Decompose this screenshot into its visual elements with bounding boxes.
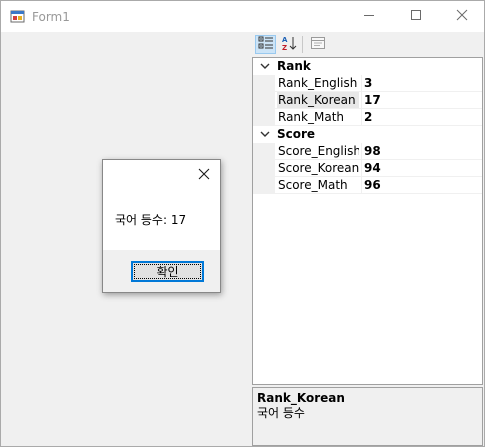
categorized-icon [258,35,274,54]
property-grid[interactable]: A Z Rank Rank_English 3 Rank_Korean 17 R… [252,32,484,446]
row-gutter [253,109,275,126]
help-title: Rank_Korean [257,391,345,405]
category-score[interactable]: Score [253,126,482,143]
main-window: Form1 A Z Rank Rank_English 3 Rank_Korea… [0,0,485,447]
property-value[interactable]: 94 [361,160,482,177]
form-app-icon[interactable] [10,9,26,25]
row-gutter [253,160,275,177]
property-value[interactable]: 3 [361,75,482,92]
category-label: Score [277,127,316,141]
alphabetical-sort-icon: A Z [281,35,297,54]
toolbar-separator [302,36,303,53]
property-name: Rank_English [278,76,358,90]
title-bar: Form1 [1,1,484,32]
dialog-close-button[interactable] [196,167,212,183]
property-row-score-english[interactable]: Score_English 98 [253,143,482,160]
property-row-rank-korean[interactable]: Rank_Korean 17 [253,92,482,109]
property-value[interactable]: 17 [361,92,482,109]
property-value[interactable]: 98 [361,143,482,160]
property-value[interactable]: 96 [361,177,482,194]
chevron-down-icon[interactable] [259,128,271,140]
close-icon [456,9,468,24]
svg-text:Z: Z [282,44,287,51]
property-row-rank-math[interactable]: Rank_Math 2 [253,109,482,126]
property-name: Score_Math [278,178,348,192]
chevron-down-icon[interactable] [259,60,271,72]
window-title: Form1 [32,10,70,24]
maximize-button[interactable] [393,1,439,32]
maximize-icon [410,9,422,24]
property-row-rank-english[interactable]: Rank_English 3 [253,75,482,92]
close-icon [198,168,210,183]
property-name: Score_Korean [278,161,359,175]
row-gutter [253,177,275,194]
category-label: Rank [277,59,311,73]
property-row-score-korean[interactable]: Score_Korean 94 [253,160,482,177]
property-grid-toolbar: A Z [252,32,484,57]
row-gutter [253,92,275,109]
row-gutter [253,143,275,160]
property-pages-button[interactable] [307,35,328,54]
row-gutter [253,75,275,92]
help-description: 국어 등수 [257,406,305,420]
alphabetical-button[interactable]: A Z [278,35,299,54]
property-row-score-math[interactable]: Score_Math 96 [253,177,482,194]
property-pages-icon [310,35,326,54]
categorized-button[interactable] [255,35,276,54]
property-name: Rank_Math [278,110,344,124]
row-divider [275,193,482,194]
minimize-button[interactable] [346,1,392,32]
property-name-selected: Rank_Korean [277,92,359,109]
form-client-area: A Z Rank Rank_English 3 Rank_Korean 17 R… [1,32,484,446]
property-help-panel: Rank_Korean 국어 등수 [252,387,483,446]
property-grid-view[interactable]: Rank Rank_English 3 Rank_Korean 17 Rank_… [252,57,483,385]
property-value[interactable]: 2 [361,109,482,126]
property-name: Score_English [278,144,359,158]
svg-text:A: A [282,36,288,44]
message-text: 국어 등수: 17 [115,213,187,227]
minimize-icon [363,9,375,24]
ok-button[interactable]: 확인 [131,261,204,282]
close-button[interactable] [439,1,485,32]
focus-rectangle [134,264,201,279]
dialog-footer: 확인 [103,250,220,292]
message-box-dialog: 국어 등수: 17 확인 [102,159,221,293]
category-rank[interactable]: Rank [253,58,482,75]
